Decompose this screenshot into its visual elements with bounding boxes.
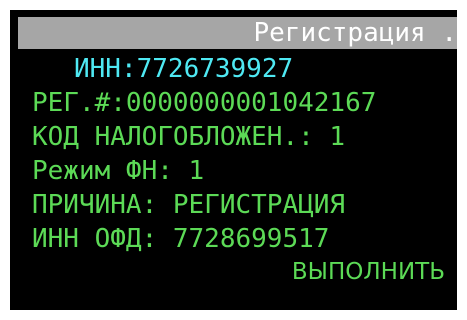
title-bar: Регистрация . <box>18 17 457 49</box>
inn-value: ИНН:7726739927 <box>74 54 294 84</box>
execute-button[interactable]: ВЫПОЛНИТЬ <box>292 257 445 287</box>
tax-system-code: КОД НАЛОГОБЛОЖЕН.: 1 <box>32 122 346 152</box>
screen-title: Регистрация . <box>253 18 458 48</box>
fn-mode: Режим ФН: 1 <box>32 156 205 186</box>
ofd-inn: ИНН ОФД: 7728699517 <box>32 224 330 254</box>
registration-number: РЕГ.#:0000000001042167 <box>32 88 377 118</box>
registration-reason: ПРИЧИНА: РЕГИСТРАЦИЯ <box>32 190 346 220</box>
device-display: Регистрация . ИНН:7726739927 РЕГ.#:00000… <box>10 10 457 310</box>
